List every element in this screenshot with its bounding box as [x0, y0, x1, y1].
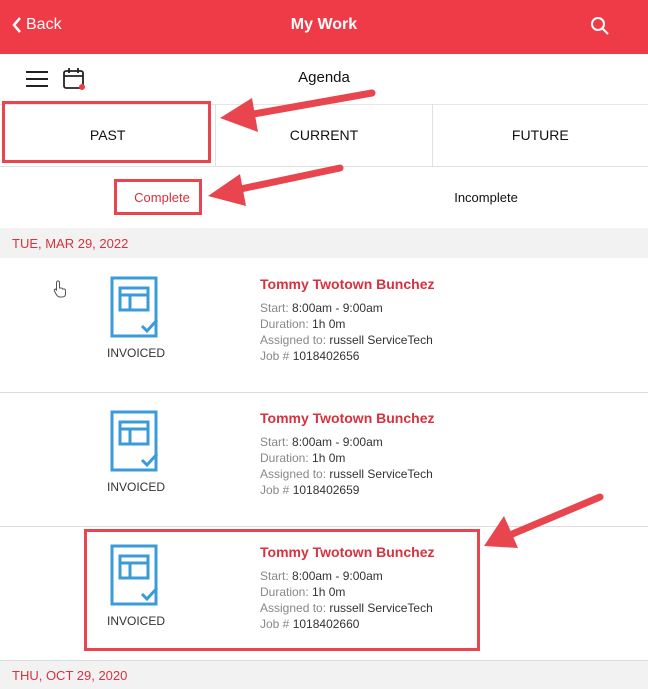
start-time: 8:00am - 9:00am	[292, 435, 383, 449]
customer-name: Tommy Twotown Bunchez	[260, 276, 435, 292]
status-badge: INVOICED	[106, 480, 165, 494]
job-card[interactable]: INVOICED Tommy Twotown Bunchez Start: 8:…	[0, 258, 648, 393]
start-label: Start:	[260, 569, 289, 583]
job-card[interactable]: INVOICED Tommy Twotown Bunchez Start: 8:…	[0, 392, 648, 527]
invoice-document-icon	[110, 276, 159, 338]
start-time: 8:00am - 9:00am	[292, 301, 383, 315]
duration-value: 1h 0m	[312, 451, 346, 465]
job-details: Tommy Twotown Bunchez Start: 8:00am - 9:…	[260, 276, 434, 364]
start-label: Start:	[260, 435, 289, 449]
duration-label: Duration:	[260, 451, 309, 465]
top-bar: Back My Work	[0, 0, 648, 54]
invoice-document-icon	[110, 410, 159, 472]
customer-name: Tommy Twotown Bunchez	[260, 544, 435, 560]
tab-label: Incomplete	[454, 189, 518, 205]
app-title: My Work	[290, 16, 358, 33]
job-details: Tommy Twotown Bunchez Start: 8:00am - 9:…	[260, 410, 434, 498]
tab-past[interactable]: PAST	[0, 104, 215, 166]
assigned-value: russell ServiceTech	[329, 601, 433, 615]
job-card[interactable]: INVOICED Tommy Twotown Bunchez Start: 8:…	[0, 526, 648, 661]
duration-label: Duration:	[260, 585, 309, 599]
job-number-label: Job #	[260, 617, 290, 631]
start-label: Start:	[260, 301, 289, 315]
job-number-label: Job #	[260, 483, 290, 497]
tab-label: CURRENT	[289, 127, 359, 143]
assigned-value: russell ServiceTech	[329, 467, 433, 481]
period-tabs: PAST CURRENT FUTURE	[0, 104, 648, 167]
job-number-label: Job #	[260, 349, 290, 363]
assigned-label: Assigned to:	[260, 467, 327, 481]
date-header: TUE, MAR 29, 2022	[0, 228, 648, 258]
tab-complete[interactable]: Complete	[0, 166, 324, 228]
tab-current[interactable]: CURRENT	[215, 104, 431, 166]
assigned-label: Assigned to:	[260, 333, 327, 347]
start-time: 8:00am - 9:00am	[292, 569, 383, 583]
job-details: Tommy Twotown Bunchez Start: 8:00am - 9:…	[260, 544, 434, 632]
status-badge: INVOICED	[106, 614, 165, 628]
status-badge: INVOICED	[106, 346, 165, 360]
assigned-value: russell ServiceTech	[329, 333, 433, 347]
job-number: 1018402660	[292, 617, 360, 631]
hand-cursor-icon	[53, 280, 66, 298]
tab-label: PAST	[89, 127, 126, 143]
search-icon[interactable]	[590, 16, 610, 36]
job-number: 1018402656	[292, 349, 360, 363]
tab-label: FUTURE	[511, 127, 569, 143]
assigned-label: Assigned to:	[260, 601, 327, 615]
tab-incomplete[interactable]: Incomplete	[324, 166, 648, 228]
customer-name: Tommy Twotown Bunchez	[260, 410, 435, 426]
job-number: 1018402659	[292, 483, 360, 497]
agenda-header: Agenda	[0, 54, 648, 105]
tab-label: Complete	[134, 189, 190, 205]
duration-value: 1h 0m	[312, 317, 346, 331]
page-title: Agenda	[298, 69, 350, 86]
duration-label: Duration:	[260, 317, 309, 331]
duration-value: 1h 0m	[312, 585, 346, 599]
status-tabs: Complete Incomplete	[0, 166, 648, 228]
tab-future[interactable]: FUTURE	[431, 104, 648, 166]
invoice-document-icon	[110, 544, 159, 606]
date-header: THU, OCT 29, 2020	[0, 661, 648, 689]
